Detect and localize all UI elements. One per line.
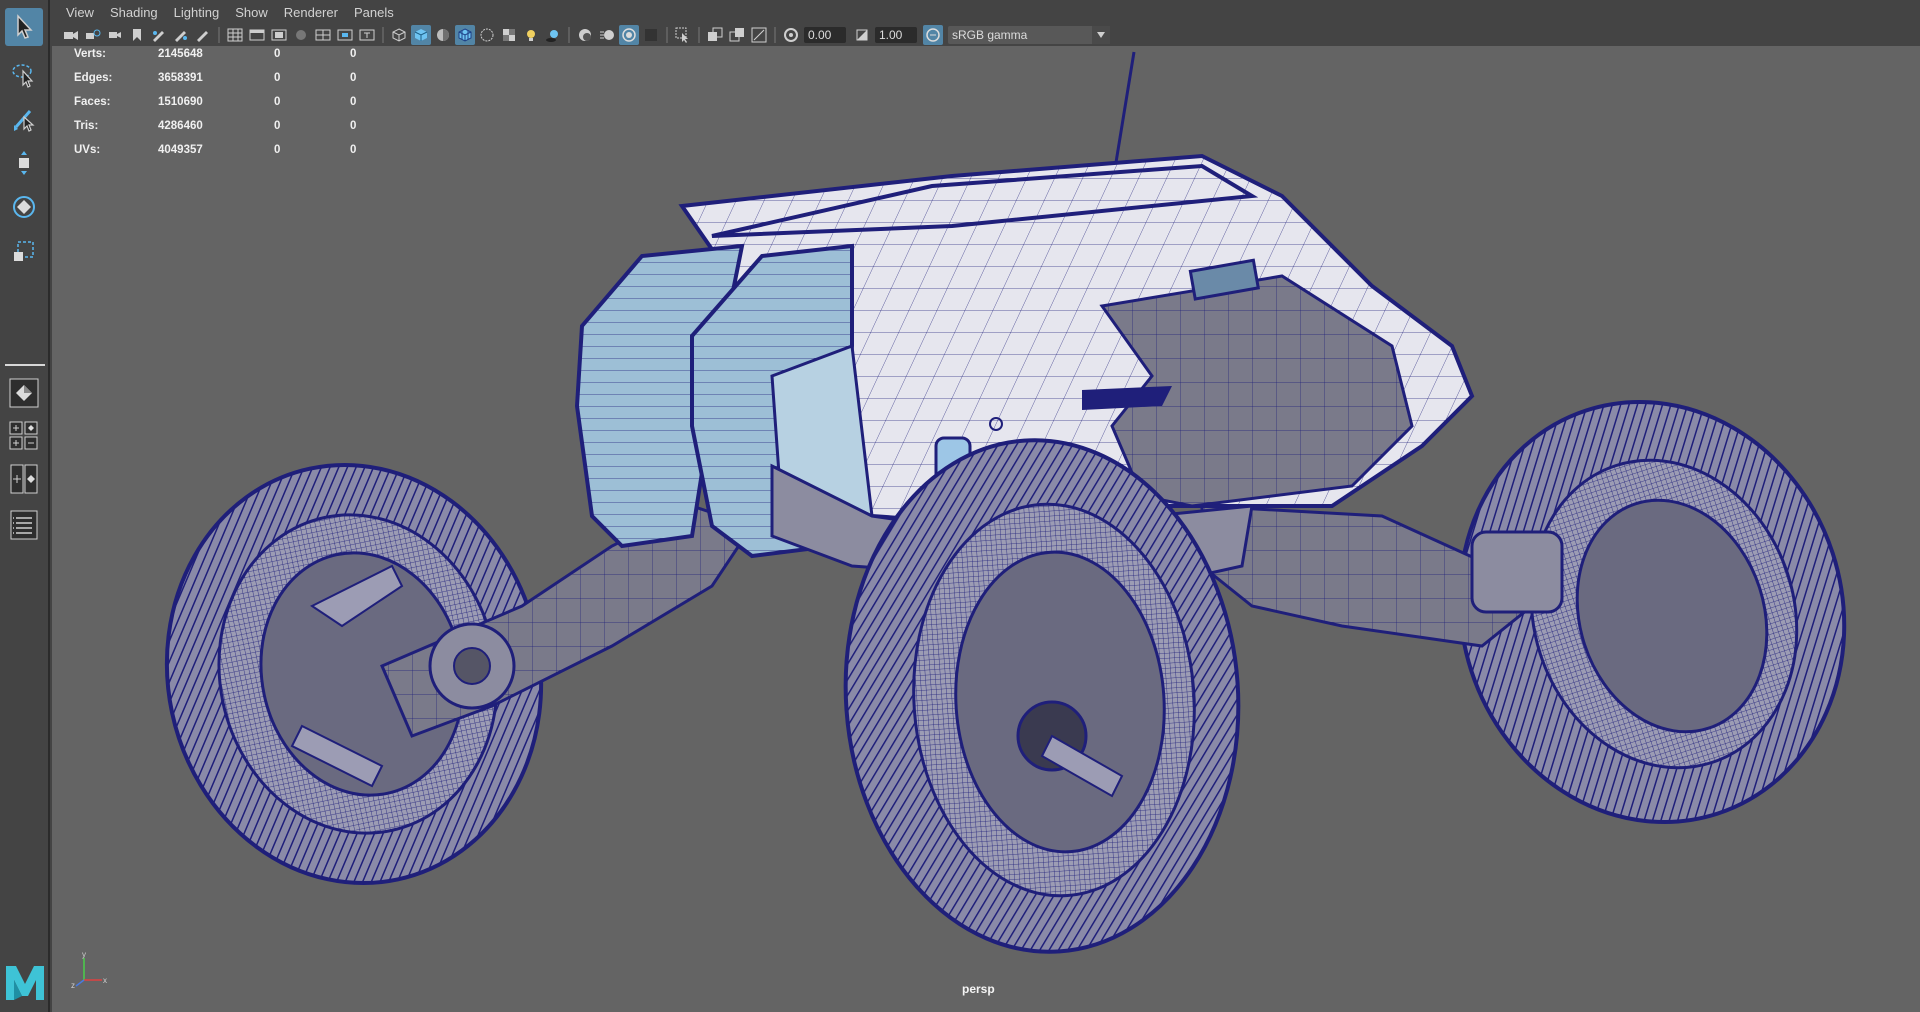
menu-show[interactable]: Show: [227, 5, 276, 20]
panel-menu-bar: View Shading Lighting Show Renderer Pane…: [52, 0, 1920, 24]
hud-value: 0: [274, 120, 281, 132]
hud-value: 0: [350, 120, 357, 132]
panel-toolbar: 0.00 1.00 sRGB gamma: [52, 24, 1920, 46]
maya-logo-icon: [4, 962, 46, 1007]
four-view-layout-icon[interactable]: [5, 416, 43, 454]
axis-x-label: x: [103, 976, 107, 985]
hud-row-faces: Faces: 1510690 0 0: [74, 96, 394, 120]
camera-attributes-icon[interactable]: [83, 25, 103, 45]
2d-pan-zoom-icon[interactable]: [171, 25, 191, 45]
two-view-layout-icon[interactable]: [5, 460, 43, 498]
hud-label: Faces:: [74, 96, 111, 108]
hud-value: 0: [274, 144, 281, 156]
axis-y-label: y: [82, 950, 86, 959]
screen-space-ao-icon[interactable]: [575, 25, 595, 45]
resolution-gate-icon[interactable]: [269, 25, 289, 45]
hud-row-edges: Edges: 3658391 0 0: [74, 72, 394, 96]
lasso-tool-icon[interactable]: [5, 56, 43, 94]
gamma-field[interactable]: 1.00: [875, 27, 917, 43]
use-all-lights-icon[interactable]: [521, 25, 541, 45]
hud-value: 3658391: [158, 72, 203, 84]
hud-value: 0: [274, 72, 281, 84]
smooth-shade-icon[interactable]: [411, 25, 431, 45]
safe-action-icon[interactable]: [335, 25, 355, 45]
exposure-icon[interactable]: [781, 25, 801, 45]
xray-icon[interactable]: [477, 25, 497, 45]
isolate-select-icon[interactable]: [673, 25, 693, 45]
hud-label: Tris:: [74, 120, 99, 132]
view-transform-icon[interactable]: [923, 25, 943, 45]
hud-label: Verts:: [74, 48, 106, 60]
select-camera-icon[interactable]: [61, 25, 81, 45]
hud-value: 2145648: [158, 48, 203, 60]
menu-renderer[interactable]: Renderer: [276, 5, 346, 20]
wireframe-on-shaded-icon[interactable]: [455, 25, 475, 45]
menu-lighting[interactable]: Lighting: [166, 5, 228, 20]
menu-shading[interactable]: Shading: [102, 5, 166, 20]
textured-icon[interactable]: [499, 25, 519, 45]
hud-value: 1510690: [158, 96, 203, 108]
single-view-layout-icon[interactable]: [5, 374, 43, 412]
axis-z-label: z: [71, 981, 75, 990]
depth-of-field-icon[interactable]: [641, 25, 661, 45]
select-tool-icon[interactable]: [5, 8, 43, 46]
hud-label: Edges:: [74, 72, 113, 84]
toolbox: [0, 0, 50, 1012]
safe-title-icon[interactable]: [357, 25, 377, 45]
axis-gizmo: y x z: [71, 950, 107, 990]
rover-model-wireframe: [164, 51, 1847, 954]
poly-count-hud: Verts: 2145648 0 0 Edges: 3658391 0 0 Fa…: [74, 48, 394, 168]
move-tool-icon[interactable]: [5, 144, 43, 182]
xray-joints-icon[interactable]: [727, 25, 747, 45]
hud-value: 0: [350, 72, 357, 84]
film-gate-icon[interactable]: [247, 25, 267, 45]
exposure-field[interactable]: 0.00: [804, 27, 846, 43]
menu-panels[interactable]: Panels: [346, 5, 402, 20]
shadows-icon[interactable]: [543, 25, 563, 45]
grid-icon[interactable]: [225, 25, 245, 45]
hud-value: 0: [274, 48, 281, 60]
hud-row-verts: Verts: 2145648 0 0: [74, 48, 394, 72]
hud-value: 4049357: [158, 144, 203, 156]
hud-row-uvs: UVs: 4049357 0 0: [74, 144, 394, 168]
grease-pencil-icon[interactable]: [149, 25, 169, 45]
hud-value: 0: [274, 96, 281, 108]
hud-row-tris: Tris: 4286460 0 0: [74, 120, 394, 144]
xray-active-components-icon[interactable]: [705, 25, 725, 45]
wireframe-icon[interactable]: [389, 25, 409, 45]
hud-toggle-icon[interactable]: [749, 25, 769, 45]
perspective-viewport[interactable]: Verts: 2145648 0 0 Edges: 3658391 0 0 Fa…: [52, 46, 1920, 1012]
hud-value: 0: [350, 48, 357, 60]
bookmarks-icon[interactable]: [105, 25, 125, 45]
use-default-material-icon[interactable]: [433, 25, 453, 45]
outliner-icon[interactable]: [5, 506, 43, 544]
hud-label: UVs:: [74, 144, 101, 156]
view-transform-dropdown[interactable]: sRGB gamma: [948, 26, 1110, 44]
scale-tool-icon[interactable]: [5, 232, 43, 270]
chevron-down-icon: [1092, 26, 1110, 44]
gate-mask-icon[interactable]: [291, 25, 311, 45]
paint-select-tool-icon[interactable]: [5, 100, 43, 138]
hud-value: 0: [350, 96, 357, 108]
hud-value: 0: [350, 144, 357, 156]
camera-name-label: persp: [962, 982, 995, 996]
field-chart-icon[interactable]: [313, 25, 333, 45]
hud-value: 4286460: [158, 120, 203, 132]
gamma-icon[interactable]: [852, 25, 872, 45]
menu-view[interactable]: View: [58, 5, 102, 20]
view-transform-value: sRGB gamma: [952, 28, 1028, 42]
toolbox-divider: [5, 364, 45, 366]
multisample-aa-icon[interactable]: [619, 25, 639, 45]
motion-blur-icon[interactable]: [597, 25, 617, 45]
rotate-tool-icon[interactable]: [5, 188, 43, 226]
image-plane-icon[interactable]: [127, 25, 147, 45]
grease-pencil-2-icon[interactable]: [193, 25, 213, 45]
